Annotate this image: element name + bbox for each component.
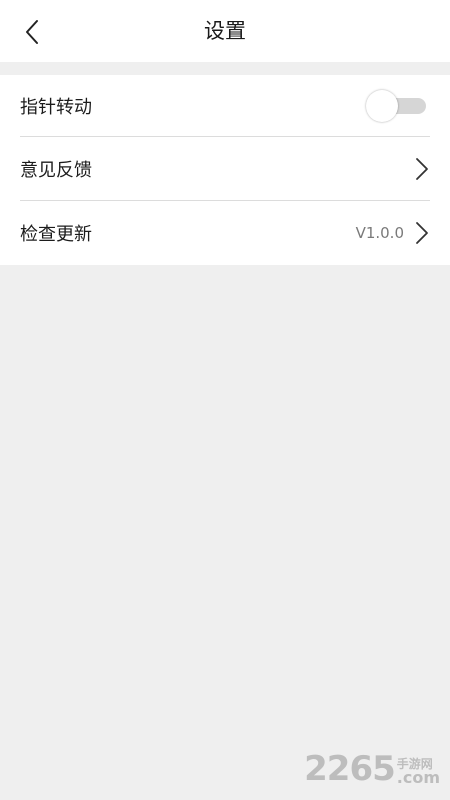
watermark-side: 手游网 .com (397, 758, 440, 786)
feedback-row[interactable]: 意见反馈 (20, 138, 430, 200)
top-bar: 设置 (0, 0, 450, 62)
watermark-suffix: .com (396, 768, 440, 787)
feedback-label: 意见反馈 (20, 160, 92, 181)
divider (20, 136, 430, 137)
pointer-rotation-toggle[interactable] (366, 90, 430, 122)
toggle-knob (366, 90, 398, 122)
page-title: 设置 (204, 19, 246, 43)
watermark-number: 2265 (304, 749, 396, 789)
check-update-row[interactable]: 检查更新 V1.0.0 (20, 202, 430, 264)
settings-list: 指针转动 意见反馈 检查更新 V1.0.0 (0, 75, 450, 265)
chevron-right-icon (414, 220, 430, 246)
site-watermark: 2265 手游网 .com (304, 752, 440, 786)
check-update-label: 检查更新 (20, 224, 92, 245)
version-text: V1.0.0 (355, 224, 404, 242)
chevron-right-icon (414, 156, 430, 182)
divider (20, 200, 430, 201)
pointer-rotation-row: 指针转动 (20, 75, 430, 137)
